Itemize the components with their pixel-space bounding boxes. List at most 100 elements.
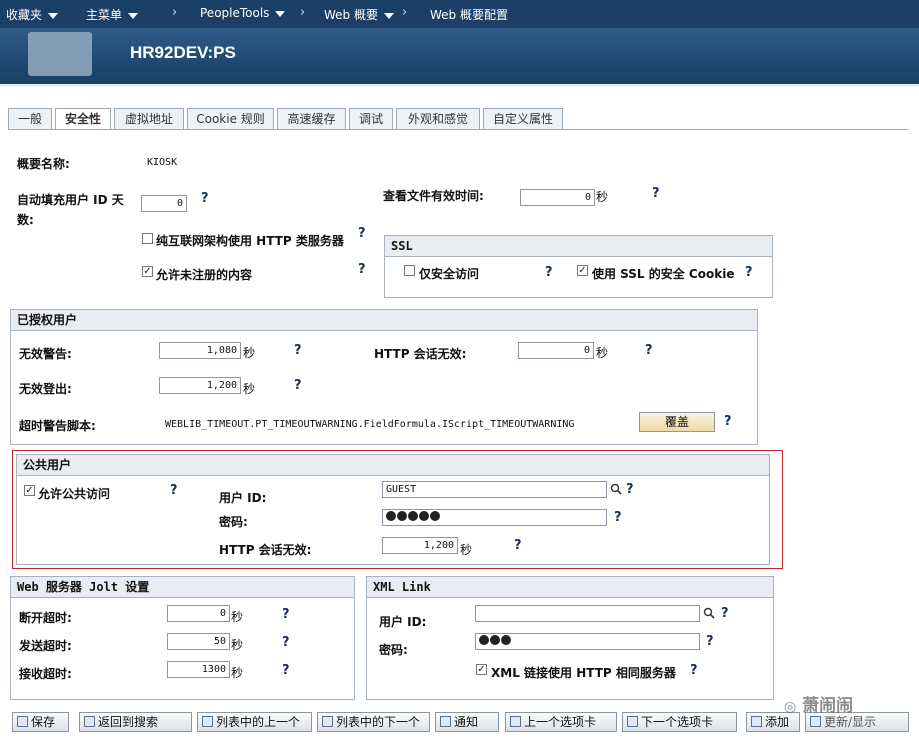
seconds-unit: 秒 — [460, 543, 473, 557]
search-return-icon — [84, 716, 95, 727]
secure-only-checkbox[interactable] — [404, 265, 415, 276]
allow-public-label: 允许公共访问 — [38, 487, 111, 501]
help-icon[interactable]: ? — [358, 262, 366, 277]
help-icon[interactable]: ? — [170, 483, 178, 498]
chat-bubble-icon: ◎ — [784, 699, 797, 715]
xml-password-input[interactable] — [475, 633, 700, 650]
help-icon[interactable]: ? — [721, 606, 729, 621]
help-icon[interactable]: ? — [545, 265, 553, 280]
help-icon[interactable]: ? — [706, 634, 714, 649]
seconds-unit: 秒 — [231, 638, 244, 652]
help-icon[interactable]: ? — [690, 663, 698, 678]
help-icon[interactable]: ? — [724, 414, 732, 429]
inactivity-warning-input[interactable]: 1,080 — [159, 342, 241, 359]
tab-caching[interactable]: 高速缓存 — [277, 108, 346, 129]
notify-button[interactable]: 通知 — [435, 712, 499, 732]
chevron-down-icon — [48, 12, 59, 19]
chevron-down-icon — [128, 12, 139, 19]
autofill-days-label: 自动填充用户 ID 天数: — [17, 193, 124, 227]
return-to-search-button[interactable]: 返回到搜索 — [79, 712, 192, 732]
tab-debug[interactable]: 调试 — [349, 108, 393, 129]
disconnect-timeout-label: 断开超时: — [19, 611, 72, 625]
help-icon[interactable]: ? — [645, 343, 653, 358]
public-http-session-input[interactable]: 1,200 — [382, 537, 458, 554]
help-icon[interactable]: ? — [282, 635, 290, 650]
allow-unregistered-checkbox[interactable]: ✓ — [142, 266, 153, 277]
pure-internet-label: 纯互联网架构使用 HTTP 类服务器 — [156, 234, 344, 248]
tab-divider — [8, 129, 908, 130]
inactivity-warning-label: 无效警告: — [19, 347, 72, 361]
help-icon[interactable]: ? — [282, 663, 290, 678]
seconds-unit: 秒 — [243, 346, 256, 360]
receive-timeout-input[interactable]: 1300 — [167, 661, 230, 678]
arrow-down-icon — [322, 716, 333, 727]
breadcrumb-web-profile[interactable]: Web 概要 — [324, 6, 394, 23]
help-icon[interactable]: ? — [294, 378, 302, 393]
public-user-title: 公共用户 — [17, 455, 769, 476]
help-icon[interactable]: ? — [294, 343, 302, 358]
breadcrumb-web-profile-config[interactable]: Web 概要配置 — [430, 6, 508, 23]
timeout-script-value: WEBLIB_TIMEOUT.PT_TIMEOUTWARNING.FieldFo… — [165, 419, 575, 430]
favorites-menu[interactable]: 收藏夹 — [6, 6, 59, 23]
breadcrumb-separator-icon: › — [402, 5, 408, 20]
help-icon[interactable]: ? — [201, 191, 209, 206]
breadcrumb-peopletools[interactable]: PeopleTools — [200, 6, 286, 20]
help-icon[interactable]: ? — [358, 226, 366, 241]
help-icon[interactable]: ? — [614, 510, 622, 525]
chevron-down-icon — [383, 12, 394, 19]
lookup-search-icon[interactable] — [610, 483, 622, 495]
banner-divider — [0, 84, 919, 87]
next-in-list-button[interactable]: 列表中的下一个 — [317, 712, 430, 732]
view-file-time-input[interactable]: 0 — [520, 189, 595, 206]
seconds-unit: 秒 — [596, 190, 609, 204]
tab-security[interactable]: 安全性 — [55, 108, 111, 130]
tab-cookie-rules[interactable]: Cookie 规则 — [187, 108, 274, 129]
http-session-input[interactable]: 0 — [518, 342, 594, 359]
public-user-id-input[interactable]: GUEST — [382, 481, 607, 498]
public-http-session-label: HTTP 会话无效: — [219, 543, 312, 557]
help-icon[interactable]: ? — [652, 186, 660, 201]
chevron-down-icon — [275, 10, 286, 17]
tab-general[interactable]: 一般 — [8, 108, 52, 129]
next-tab-button[interactable]: 下一个选项卡 — [622, 712, 737, 732]
xml-password-label: 密码: — [379, 643, 408, 657]
next-tab-icon — [627, 716, 638, 727]
jolt-settings-title: Web 服务器 Jolt 设置 — [11, 577, 354, 598]
override-button[interactable]: 覆盖 — [639, 412, 715, 432]
xml-link-title: XML Link — [367, 577, 773, 598]
logo-image — [28, 32, 92, 76]
xml-same-server-label: XML 链接使用 HTTP 相同服务器 — [491, 666, 676, 680]
tab-virtual-address[interactable]: 虚拟地址 — [114, 108, 184, 129]
breadcrumb-separator-icon: › — [300, 5, 306, 20]
public-password-label: 密码: — [219, 515, 248, 529]
previous-tab-button[interactable]: 上一个选项卡 — [505, 712, 617, 732]
help-icon[interactable]: ? — [626, 482, 634, 497]
public-password-input[interactable] — [382, 509, 607, 526]
pure-internet-checkbox[interactable] — [142, 233, 153, 244]
profile-name-value: KIOSK — [147, 157, 178, 168]
previous-in-list-button[interactable]: 列表中的上一个 — [197, 712, 312, 732]
save-button[interactable]: 保存 — [12, 712, 69, 732]
autofill-days-input[interactable]: 0 — [141, 195, 187, 212]
main-menu[interactable]: 主菜单 — [86, 6, 139, 23]
xml-same-server-checkbox[interactable]: ✓ — [476, 664, 487, 675]
ssl-group-title: SSL — [385, 236, 772, 257]
send-timeout-input[interactable]: 50 — [167, 633, 230, 650]
secure-cookie-checkbox[interactable]: ✓ — [577, 265, 588, 276]
allow-unregistered-label: 允许未注册的内容 — [156, 268, 253, 282]
lookup-search-icon[interactable] — [703, 607, 715, 619]
seconds-unit: 秒 — [243, 382, 256, 396]
disconnect-timeout-input[interactable]: 0 — [167, 605, 230, 622]
allow-public-checkbox[interactable]: ✓ — [24, 485, 35, 496]
xml-user-id-input[interactable] — [475, 605, 700, 622]
tab-look-and-feel[interactable]: 外观和感觉 — [396, 108, 480, 129]
add-icon — [751, 716, 762, 727]
receive-timeout-label: 接收超时: — [19, 667, 72, 681]
tab-custom-properties[interactable]: 自定义属性 — [483, 108, 563, 129]
help-icon[interactable]: ? — [282, 607, 290, 622]
help-icon[interactable]: ? — [745, 265, 753, 280]
previous-tab-icon — [510, 716, 521, 727]
help-icon[interactable]: ? — [514, 538, 522, 553]
inactivity-logout-input[interactable]: 1,200 — [159, 377, 241, 394]
save-icon — [17, 716, 28, 727]
